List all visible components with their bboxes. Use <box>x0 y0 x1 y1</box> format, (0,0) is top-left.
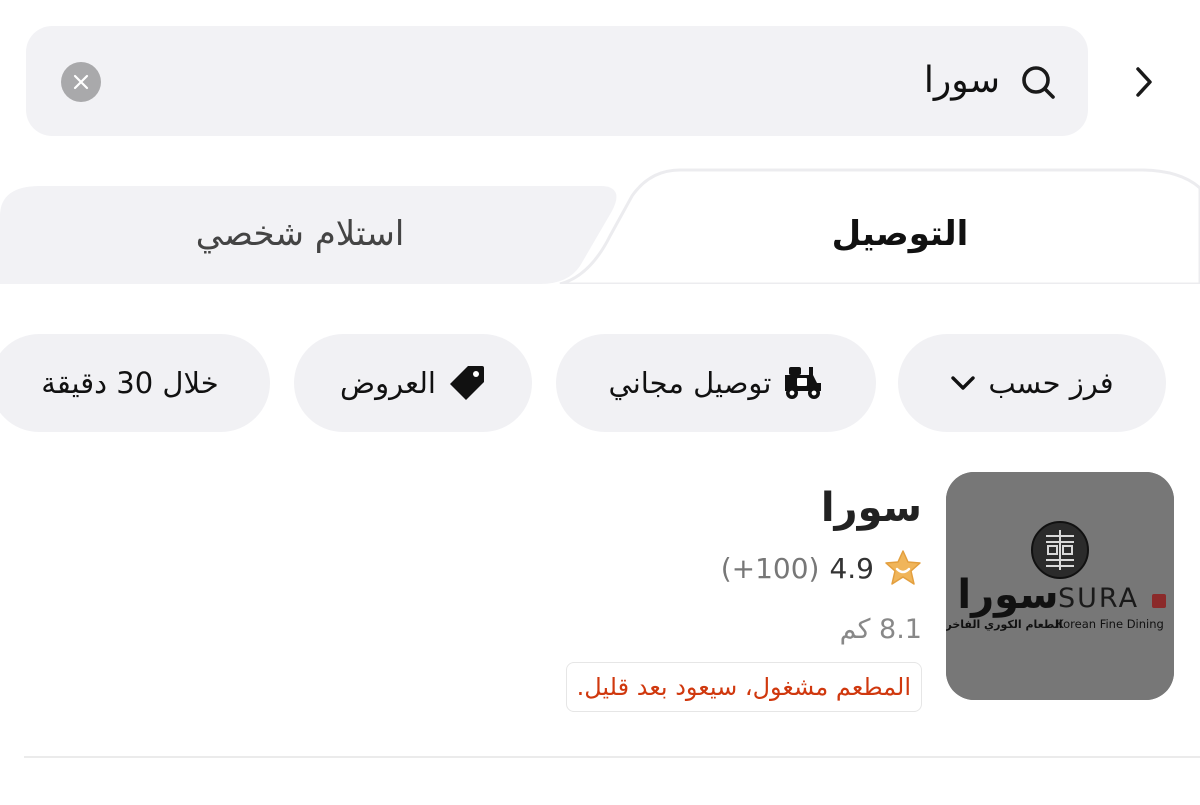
close-icon <box>73 74 89 90</box>
tag-icon <box>449 366 484 400</box>
tab-delivery[interactable]: التوصيل <box>800 208 1000 260</box>
search-bar[interactable]: سورا <box>26 26 1088 136</box>
offers-chip[interactable]: العروض <box>294 334 532 432</box>
sura-logo-image: سورا SURA الطعام الكوري الفاخر Korean Fi… <box>946 472 1174 700</box>
restaurant-logo[interactable]: سورا SURA الطعام الكوري الفاخر Korean Fi… <box>946 472 1174 700</box>
chevron-right-icon <box>1136 67 1152 97</box>
search-icon <box>1022 66 1055 99</box>
order-type-tabs: التوصيل استلام شخصي <box>0 166 1200 284</box>
logo-latin-tagline: Korean Fine Dining <box>1056 617 1164 631</box>
tab-pickup[interactable]: استلام شخصي <box>140 208 460 260</box>
back-button[interactable] <box>1112 46 1176 118</box>
rating-value: 4.9 <box>829 551 874 585</box>
restaurant-distance: 8.1 كم <box>839 614 922 645</box>
free-delivery-chip[interactable]: توصيل مجاني <box>556 334 876 432</box>
logo-arabic-tagline: الطعام الكوري الفاخر <box>946 618 1063 631</box>
restaurant-name[interactable]: سورا <box>821 480 922 536</box>
star-badge-icon <box>885 550 921 585</box>
offers-label: العروض <box>340 366 436 400</box>
divider <box>24 756 1200 758</box>
clear-search-button[interactable] <box>61 62 101 102</box>
sort-by-chip[interactable]: فرز حسب <box>898 334 1166 432</box>
logo-arabic-name: سورا <box>957 572 1058 618</box>
logo-latin-name: SURA <box>1058 583 1139 614</box>
chevron-down-icon <box>951 376 976 390</box>
within-30-minutes-label: خلال 30 دقيقة <box>41 366 219 400</box>
sort-by-label: فرز حسب <box>988 366 1114 400</box>
search-input[interactable]: سورا <box>924 52 1000 110</box>
scooter-icon <box>785 367 822 399</box>
status-badge: المطعم مشغول، سيعود بعد قليل. <box>565 662 922 712</box>
rating-row: 4.9 (100+) <box>721 546 922 590</box>
search-results-screen: سورا التوصيل استلام شخصي فرز حسب توصيل م… <box>0 0 1200 805</box>
free-delivery-label: توصيل مجاني <box>608 366 772 400</box>
within-30-minutes-chip[interactable]: خلال 30 دقيقة <box>0 334 270 432</box>
rating-count: (100+) <box>720 551 820 585</box>
